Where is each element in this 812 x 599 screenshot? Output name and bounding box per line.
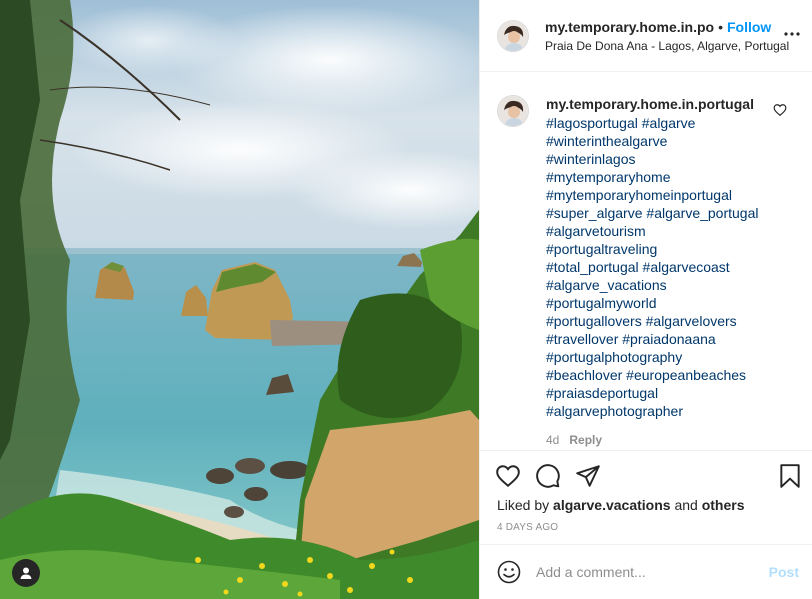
hashtag-link[interactable]: #winterinlagos <box>546 151 636 167</box>
hashtag-link[interactable]: #algarve_portugal <box>646 205 758 221</box>
follow-button[interactable]: Follow <box>727 19 771 35</box>
share-button[interactable] <box>575 463 601 489</box>
avatar[interactable] <box>497 20 529 52</box>
add-comment-bar: Post <box>480 544 812 599</box>
hashtag-link[interactable]: #algarvelovers <box>646 313 737 329</box>
hashtag-link[interactable]: #portugalphotography <box>546 349 682 365</box>
caption-line: #winterinthealgarve <box>546 132 776 150</box>
more-options-button[interactable] <box>783 26 801 42</box>
emoji-button[interactable] <box>497 560 521 584</box>
profile-photo <box>498 96 528 126</box>
post-comment-button[interactable]: Post <box>769 564 799 580</box>
caption-line: #super_algarve #algarve_portugal <box>546 204 776 222</box>
hashtag-link[interactable]: #praiadonaana <box>622 331 715 347</box>
emoji-icon <box>497 560 521 584</box>
caption-line: #algarve_vacations <box>546 276 776 294</box>
liked-by-others-link[interactable]: others <box>702 497 745 513</box>
caption-line: #mytemporaryhome <box>546 168 776 186</box>
hashtag-link[interactable]: #mytemporaryhomeinportugal <box>546 187 732 203</box>
caption-meta: 4d Reply <box>546 433 602 447</box>
hashtag-link[interactable]: #portugalmyworld <box>546 295 657 311</box>
post-author-username[interactable]: my.temporary.home.in.po <box>545 19 714 35</box>
hashtag-link[interactable]: #mytemporaryhome <box>546 169 671 185</box>
like-button[interactable] <box>495 463 521 489</box>
save-button[interactable] <box>777 463 803 489</box>
liked-by-prefix: Liked by <box>497 497 550 513</box>
caption-line: #portugaltraveling <box>546 240 776 258</box>
hashtag-link[interactable]: #algarvecoast <box>643 259 730 275</box>
hashtag-link[interactable]: #algarve_vacations <box>546 277 667 293</box>
caption-line: #total_portugal #algarvecoast <box>546 258 776 276</box>
caption-line: #algarvephotographer <box>546 402 776 420</box>
hashtag-link[interactable]: #europeanbeaches <box>626 367 746 383</box>
hashtag-link[interactable]: #winterinthealgarve <box>546 133 667 149</box>
caption-avatar[interactable] <box>497 95 529 127</box>
hashtag-link[interactable]: #algarve <box>642 115 696 131</box>
post-header: my.temporary.home.in.po • Follow Praia De … <box>480 0 812 72</box>
caption-text: #lagosportugal #algarve #winterinthealgar… <box>546 114 776 420</box>
separator-dot: • <box>718 19 723 35</box>
post-timestamp[interactable]: 4 DAYS AGO <box>497 522 558 533</box>
caption-line: #travellover #praiadonaana <box>546 330 776 348</box>
share-icon <box>576 465 600 487</box>
caption-line: #winterinlagos <box>546 150 776 168</box>
post-sidebar: my.temporary.home.in.po • Follow Praia De … <box>479 0 812 599</box>
caption-line: #portugalphotography <box>546 348 776 366</box>
heart-icon <box>496 465 520 488</box>
hashtag-link[interactable]: #super_algarve <box>546 205 643 221</box>
liked-by-user-link[interactable]: algarve.vacations <box>553 497 671 513</box>
more-horizontal-icon <box>784 32 800 36</box>
comment-icon <box>536 464 560 488</box>
caption-username[interactable]: my.temporary.home.in.portugal <box>546 96 754 112</box>
post-actions: Liked by algarve.vacations and others 4 … <box>480 450 812 544</box>
user-icon <box>20 567 32 579</box>
bookmark-icon <box>780 464 800 488</box>
caption-line: #beachlover #europeanbeaches <box>546 366 776 384</box>
comments-area[interactable]: my.temporary.home.in.portugal #lagosport… <box>480 72 812 450</box>
caption-line: #algarvetourism <box>546 222 776 240</box>
caption-line: #portugalmyworld <box>546 294 776 312</box>
caption-line: #mytemporaryhomeinportugal <box>546 186 776 204</box>
hashtag-link[interactable]: #portugaltraveling <box>546 241 657 257</box>
post-photo[interactable] <box>0 0 479 599</box>
caption-line: #lagosportugal #algarve <box>546 114 776 132</box>
hashtag-link[interactable]: #lagosportugal <box>546 115 638 131</box>
comment-input[interactable] <box>536 561 756 583</box>
hashtag-link[interactable]: #beachlover <box>546 367 622 383</box>
tagged-users-button[interactable] <box>12 559 40 587</box>
comment-button[interactable] <box>535 463 561 489</box>
reply-button[interactable]: Reply <box>569 433 602 447</box>
hashtag-link[interactable]: #praiasdeportugal <box>546 385 658 401</box>
hashtag-link[interactable]: #algarvetourism <box>546 223 646 239</box>
caption-age[interactable]: 4d <box>546 433 559 447</box>
hashtag-link[interactable]: #portugallovers <box>546 313 642 329</box>
caption-line: #portugallovers #algarvelovers <box>546 312 776 330</box>
hashtag-link[interactable]: #algarvephotographer <box>546 403 683 419</box>
hashtag-link[interactable]: #travellover <box>546 331 618 347</box>
hashtag-link[interactable]: #total_portugal <box>546 259 639 275</box>
post-location[interactable]: Praia De Dona Ana - Lagos, Algarve, Port… <box>545 39 789 53</box>
profile-photo <box>498 21 528 51</box>
liked-by-and: and <box>674 497 698 513</box>
liked-by-summary: Liked by algarve.vacations and others <box>497 497 745 513</box>
caption-line: #praiasdeportugal <box>546 384 776 402</box>
coastal-landscape-image <box>0 0 479 599</box>
